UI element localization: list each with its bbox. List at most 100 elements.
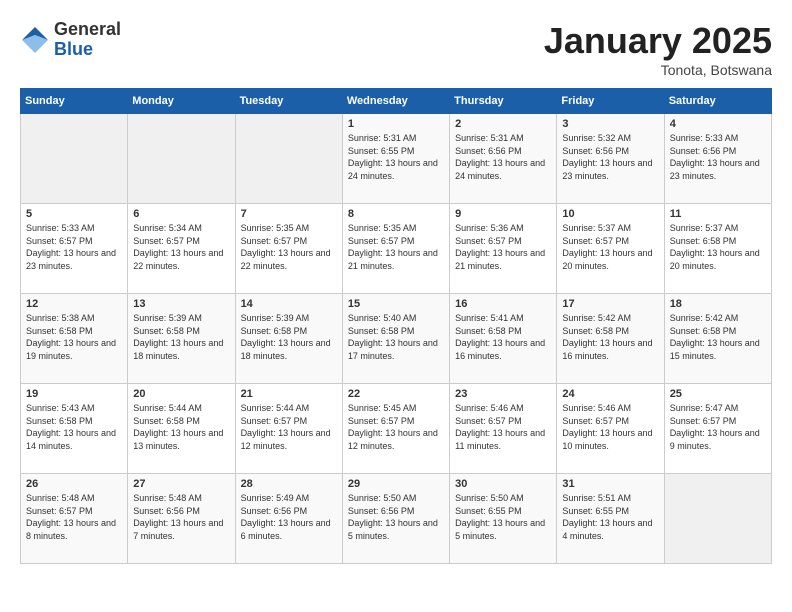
calendar-cell: 12 Sunrise: 5:38 AMSunset: 6:58 PMDayligh… xyxy=(21,294,128,384)
day-info: Sunrise: 5:48 AMSunset: 6:57 PMDaylight:… xyxy=(26,492,122,542)
calendar-cell: 21 Sunrise: 5:44 AMSunset: 6:57 PMDayligh… xyxy=(235,384,342,474)
day-info: Sunrise: 5:50 AMSunset: 6:56 PMDaylight:… xyxy=(348,492,444,542)
day-number: 1 xyxy=(348,118,444,130)
calendar-week-row: 19 Sunrise: 5:43 AMSunset: 6:58 PMDayligh… xyxy=(21,384,772,474)
day-number: 8 xyxy=(348,208,444,220)
day-info: Sunrise: 5:32 AMSunset: 6:56 PMDaylight:… xyxy=(562,132,658,182)
day-info: Sunrise: 5:42 AMSunset: 6:58 PMDaylight:… xyxy=(562,312,658,362)
header-friday: Friday xyxy=(557,89,664,114)
day-number: 14 xyxy=(241,298,337,310)
day-info: Sunrise: 5:42 AMSunset: 6:58 PMDaylight:… xyxy=(670,312,766,362)
calendar-week-row: 5 Sunrise: 5:33 AMSunset: 6:57 PMDaylight… xyxy=(21,204,772,294)
day-number: 20 xyxy=(133,388,229,400)
calendar-cell: 20 Sunrise: 5:44 AMSunset: 6:58 PMDayligh… xyxy=(128,384,235,474)
calendar-cell: 22 Sunrise: 5:45 AMSunset: 6:57 PMDayligh… xyxy=(342,384,449,474)
day-number: 4 xyxy=(670,118,766,130)
day-info: Sunrise: 5:47 AMSunset: 6:57 PMDaylight:… xyxy=(670,402,766,452)
header-saturday: Saturday xyxy=(664,89,771,114)
calendar-cell: 5 Sunrise: 5:33 AMSunset: 6:57 PMDaylight… xyxy=(21,204,128,294)
day-info: Sunrise: 5:39 AMSunset: 6:58 PMDaylight:… xyxy=(241,312,337,362)
header-tuesday: Tuesday xyxy=(235,89,342,114)
day-info: Sunrise: 5:38 AMSunset: 6:58 PMDaylight:… xyxy=(26,312,122,362)
day-number: 13 xyxy=(133,298,229,310)
day-info: Sunrise: 5:37 AMSunset: 6:57 PMDaylight:… xyxy=(562,222,658,272)
day-number: 15 xyxy=(348,298,444,310)
day-info: Sunrise: 5:46 AMSunset: 6:57 PMDaylight:… xyxy=(455,402,551,452)
day-number: 22 xyxy=(348,388,444,400)
calendar-cell: 28 Sunrise: 5:49 AMSunset: 6:56 PMDayligh… xyxy=(235,474,342,564)
day-info: Sunrise: 5:49 AMSunset: 6:56 PMDaylight:… xyxy=(241,492,337,542)
calendar-cell: 29 Sunrise: 5:50 AMSunset: 6:56 PMDayligh… xyxy=(342,474,449,564)
day-info: Sunrise: 5:33 AMSunset: 6:57 PMDaylight:… xyxy=(26,222,122,272)
calendar-header-row: SundayMondayTuesdayWednesdayThursdayFrid… xyxy=(21,89,772,114)
day-number: 30 xyxy=(455,478,551,490)
calendar-cell: 7 Sunrise: 5:35 AMSunset: 6:57 PMDaylight… xyxy=(235,204,342,294)
day-number: 2 xyxy=(455,118,551,130)
calendar-cell: 17 Sunrise: 5:42 AMSunset: 6:58 PMDayligh… xyxy=(557,294,664,384)
calendar-cell xyxy=(128,114,235,204)
calendar-cell xyxy=(664,474,771,564)
location-label: Tonota, Botswana xyxy=(544,62,772,78)
day-info: Sunrise: 5:31 AMSunset: 6:55 PMDaylight:… xyxy=(348,132,444,182)
day-info: Sunrise: 5:34 AMSunset: 6:57 PMDaylight:… xyxy=(133,222,229,272)
day-info: Sunrise: 5:39 AMSunset: 6:58 PMDaylight:… xyxy=(133,312,229,362)
month-title: January 2025 xyxy=(544,20,772,62)
calendar-cell: 4 Sunrise: 5:33 AMSunset: 6:56 PMDaylight… xyxy=(664,114,771,204)
day-number: 21 xyxy=(241,388,337,400)
page-header: General Blue January 2025 Tonota, Botswa… xyxy=(20,20,772,78)
calendar-cell: 2Sunrise: 5:31 AMSunset: 6:56 PMDaylight… xyxy=(450,114,557,204)
day-info: Sunrise: 5:50 AMSunset: 6:55 PMDaylight:… xyxy=(455,492,551,542)
calendar-week-row: 12 Sunrise: 5:38 AMSunset: 6:58 PMDayligh… xyxy=(21,294,772,384)
header-sunday: Sunday xyxy=(21,89,128,114)
day-info: Sunrise: 5:35 AMSunset: 6:57 PMDaylight:… xyxy=(348,222,444,272)
day-number: 5 xyxy=(26,208,122,220)
calendar-cell: 26 Sunrise: 5:48 AMSunset: 6:57 PMDayligh… xyxy=(21,474,128,564)
day-number: 29 xyxy=(348,478,444,490)
calendar-cell: 6 Sunrise: 5:34 AMSunset: 6:57 PMDaylight… xyxy=(128,204,235,294)
day-info: Sunrise: 5:45 AMSunset: 6:57 PMDaylight:… xyxy=(348,402,444,452)
calendar-cell xyxy=(235,114,342,204)
calendar-cell: 31Sunrise: 5:51 AMSunset: 6:55 PMDayligh… xyxy=(557,474,664,564)
day-number: 23 xyxy=(455,388,551,400)
day-number: 7 xyxy=(241,208,337,220)
calendar-cell: 25Sunrise: 5:47 AMSunset: 6:57 PMDayligh… xyxy=(664,384,771,474)
calendar-cell: 1 Sunrise: 5:31 AMSunset: 6:55 PMDaylight… xyxy=(342,114,449,204)
day-number: 9 xyxy=(455,208,551,220)
day-number: 19 xyxy=(26,388,122,400)
calendar-cell: 11 Sunrise: 5:37 AMSunset: 6:58 PMDayligh… xyxy=(664,204,771,294)
day-info: Sunrise: 5:36 AMSunset: 6:57 PMDaylight:… xyxy=(455,222,551,272)
day-number: 26 xyxy=(26,478,122,490)
day-info: Sunrise: 5:46 AMSunset: 6:57 PMDaylight:… xyxy=(562,402,658,452)
day-info: Sunrise: 5:35 AMSunset: 6:57 PMDaylight:… xyxy=(241,222,337,272)
calendar-cell: 14 Sunrise: 5:39 AMSunset: 6:58 PMDayligh… xyxy=(235,294,342,384)
title-block: January 2025 Tonota, Botswana xyxy=(544,20,772,78)
day-number: 6 xyxy=(133,208,229,220)
calendar-cell: 13 Sunrise: 5:39 AMSunset: 6:58 PMDayligh… xyxy=(128,294,235,384)
day-number: 3 xyxy=(562,118,658,130)
calendar-week-row: 1 Sunrise: 5:31 AMSunset: 6:55 PMDaylight… xyxy=(21,114,772,204)
calendar-cell: 3 Sunrise: 5:32 AMSunset: 6:56 PMDaylight… xyxy=(557,114,664,204)
day-info: Sunrise: 5:43 AMSunset: 6:58 PMDaylight:… xyxy=(26,402,122,452)
calendar-cell: 9 Sunrise: 5:36 AMSunset: 6:57 PMDaylight… xyxy=(450,204,557,294)
day-info: Sunrise: 5:33 AMSunset: 6:56 PMDaylight:… xyxy=(670,132,766,182)
calendar-table: SundayMondayTuesdayWednesdayThursdayFrid… xyxy=(20,88,772,564)
day-number: 12 xyxy=(26,298,122,310)
calendar-cell: 16Sunrise: 5:41 AMSunset: 6:58 PMDayligh… xyxy=(450,294,557,384)
calendar-cell: 18Sunrise: 5:42 AMSunset: 6:58 PMDayligh… xyxy=(664,294,771,384)
calendar-cell: 30 Sunrise: 5:50 AMSunset: 6:55 PMDayligh… xyxy=(450,474,557,564)
day-info: Sunrise: 5:37 AMSunset: 6:58 PMDaylight:… xyxy=(670,222,766,272)
calendar-cell: 19 Sunrise: 5:43 AMSunset: 6:58 PMDayligh… xyxy=(21,384,128,474)
day-info: Sunrise: 5:44 AMSunset: 6:58 PMDaylight:… xyxy=(133,402,229,452)
day-number: 16 xyxy=(455,298,551,310)
day-number: 24 xyxy=(562,388,658,400)
logo-general-label: General xyxy=(54,20,121,40)
logo-blue-label: Blue xyxy=(54,40,121,60)
day-info: Sunrise: 5:44 AMSunset: 6:57 PMDaylight:… xyxy=(241,402,337,452)
day-number: 17 xyxy=(562,298,658,310)
day-info: Sunrise: 5:40 AMSunset: 6:58 PMDaylight:… xyxy=(348,312,444,362)
day-number: 11 xyxy=(670,208,766,220)
header-monday: Monday xyxy=(128,89,235,114)
day-number: 28 xyxy=(241,478,337,490)
header-wednesday: Wednesday xyxy=(342,89,449,114)
day-number: 27 xyxy=(133,478,229,490)
